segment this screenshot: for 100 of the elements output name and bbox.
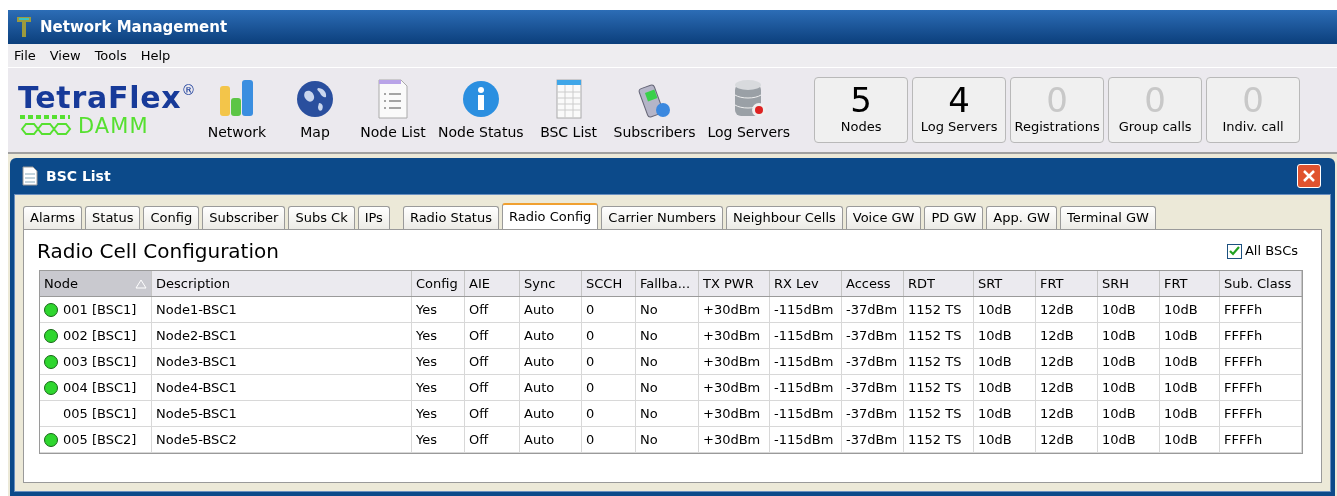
table-row[interactable]: 005 [BSC2] Node5-BSC2 Yes Off Auto 0 No +30dBm -115dBm -37dBm 1152 TS 10dB 12dB 10dB 10dB FFFFh <box>40 427 1302 453</box>
table-cell-text: 10dB <box>1164 430 1198 449</box>
menu-item[interactable]: View <box>49 45 81 66</box>
table-cell-text: -37dBm <box>846 300 898 319</box>
counter-label: Log Servers <box>920 118 998 137</box>
table-cell-text: No <box>640 404 658 423</box>
toolbar-button[interactable]: Subscribers <box>607 77 702 143</box>
table-cell-text: 002 [BSC1] <box>63 326 137 345</box>
column-header[interactable]: Sub. Class <box>1220 271 1302 296</box>
all-bscs-checkbox[interactable]: All BSCs <box>1226 241 1298 261</box>
tab[interactable]: App. GW <box>986 206 1057 229</box>
counter-label: Indiv. call <box>1222 118 1284 137</box>
tab[interactable]: Carrier Numbers <box>601 206 723 229</box>
table-cell-text: 10dB <box>1102 430 1136 449</box>
close-button[interactable] <box>1297 164 1321 188</box>
section-heading: Radio Cell Configuration <box>37 238 279 265</box>
table-cell-text: FFFFh <box>1224 326 1263 345</box>
table-cell-text: Auto <box>524 430 555 449</box>
tab[interactable]: Subs Ck <box>288 206 355 229</box>
table-cell-text: Yes <box>416 300 437 319</box>
tab[interactable]: PD GW <box>924 206 984 229</box>
counter-label: Nodes <box>840 118 882 137</box>
table-cell-text: Off <box>469 352 489 371</box>
tab[interactable]: Terminal GW <box>1059 206 1156 229</box>
counter-value: 4 <box>948 83 970 118</box>
column-header[interactable]: TX PWR <box>699 271 770 296</box>
column-header[interactable]: Fallba... <box>636 271 699 296</box>
table-cell-text: No <box>640 300 658 319</box>
tab[interactable]: IPs <box>357 206 390 229</box>
table-cell-text: -37dBm <box>846 326 898 345</box>
column-header[interactable]: FRT <box>1160 271 1220 296</box>
column-header[interactable]: SRH <box>1098 271 1160 296</box>
table-cell-text: 0 <box>586 404 595 423</box>
table-cell-text: +30dBm <box>703 430 761 449</box>
table-cell-text: Node3-BSC1 <box>156 352 237 371</box>
document-icon <box>22 166 38 186</box>
column-header[interactable]: Sync <box>520 271 582 296</box>
toolbar-button[interactable]: Log Servers <box>701 77 797 143</box>
table-cell-text: 1152 TS <box>908 378 962 397</box>
table-cell-text: -37dBm <box>846 378 898 397</box>
tab[interactable]: Status <box>85 206 141 229</box>
table-cell-text: 005 [BSC2] <box>63 430 137 449</box>
column-header[interactable]: Access <box>842 271 904 296</box>
toolbar-button[interactable]: Map <box>276 77 354 143</box>
column-header[interactable]: RX Lev <box>770 271 842 296</box>
tab[interactable]: Subscriber <box>202 206 286 229</box>
table-cell-text: 0 <box>586 352 595 371</box>
column-header[interactable]: SCCH <box>582 271 636 296</box>
table-cell-text: Yes <box>416 352 437 371</box>
checkbox[interactable] <box>1226 243 1242 259</box>
table-row[interactable]: 001 [BSC1] Node1-BSC1 Yes Off Auto 0 No +30dBm -115dBm -37dBm 1152 TS 10dB 12dB 10dB 10dB FFFFh <box>40 297 1302 323</box>
table-cell-text: 12dB <box>1040 378 1074 397</box>
table-cell-text: 1152 TS <box>908 352 962 371</box>
column-header[interactable]: Node <box>40 271 152 296</box>
table-cell-text: 12dB <box>1040 326 1074 345</box>
table-cell-text: +30dBm <box>703 404 761 423</box>
tab[interactable]: Radio Status <box>402 206 499 229</box>
column-header[interactable]: Description <box>152 271 412 296</box>
tab[interactable]: Alarms <box>23 206 83 229</box>
table-cell-text: Auto <box>524 352 555 371</box>
table-cell-text: Yes <box>416 326 437 345</box>
column-header[interactable]: Config <box>412 271 465 296</box>
tab[interactable]: Config <box>143 206 200 229</box>
toolbar-button[interactable]: Node Status <box>432 77 530 143</box>
table-cell-text: 10dB <box>1102 378 1136 397</box>
table-cell-text: +30dBm <box>703 378 761 397</box>
table-cell-text: FFFFh <box>1224 300 1263 319</box>
menu-item[interactable]: File <box>14 45 36 66</box>
table-cell-text: 10dB <box>1164 326 1198 345</box>
table-cell-text: -37dBm <box>846 352 898 371</box>
table-cell-text: 10dB <box>978 378 1012 397</box>
column-header[interactable]: RDT <box>904 271 974 296</box>
toolbar-button[interactable]: Network <box>198 77 276 143</box>
tab[interactable]: Voice GW <box>845 206 922 229</box>
table-cell-text: -115dBm <box>774 326 834 345</box>
menu-item[interactable]: Help <box>140 45 171 66</box>
tab[interactable]: Neighbour Cells <box>725 206 843 229</box>
table-row[interactable]: 005 [BSC1] Node5-BSC1 Yes Off Auto 0 No +30dBm -115dBm -37dBm 1152 TS 10dB 12dB 10dB 10dB FFFFh <box>40 401 1302 427</box>
table-row[interactable]: 004 [BSC1] Node4-BSC1 Yes Off Auto 0 No +30dBm -115dBm -37dBm 1152 TS 10dB 12dB 10dB 10dB FFFFh <box>40 375 1302 401</box>
counter-value: 5 <box>850 83 872 118</box>
tab[interactable]: Radio Config <box>502 203 599 229</box>
table-cell-text: Auto <box>524 326 555 345</box>
column-header[interactable]: FRT <box>1036 271 1098 296</box>
column-header[interactable]: AIE <box>465 271 520 296</box>
table-cell-text: Node5-BSC2 <box>156 430 237 449</box>
table-cell-text: Off <box>469 404 489 423</box>
column-header[interactable]: SRT <box>974 271 1036 296</box>
counter-label: Registrations <box>1014 118 1100 137</box>
table-cell-text: 10dB <box>978 352 1012 371</box>
table-row[interactable]: 002 [BSC1] Node2-BSC1 Yes Off Auto 0 No +30dBm -115dBm -37dBm 1152 TS 10dB 12dB 10dB 10dB FFFFh <box>40 323 1302 349</box>
table-cell-text: Node2-BSC1 <box>156 326 237 345</box>
toolbar-button[interactable]: Node List <box>354 77 432 143</box>
window-title: Network Management <box>40 16 228 38</box>
table-cell-text: 12dB <box>1040 404 1074 423</box>
table-cell-text: -37dBm <box>846 430 898 449</box>
table-cell-text: 005 [BSC1] <box>63 404 137 423</box>
menu-item[interactable]: Tools <box>94 45 127 66</box>
table-row[interactable]: 003 [BSC1] Node3-BSC1 Yes Off Auto 0 No +30dBm -115dBm -37dBm 1152 TS 10dB 12dB 10dB 10dB FFFFh <box>40 349 1302 375</box>
table-cell-text: 1152 TS <box>908 404 962 423</box>
toolbar-button[interactable]: BSC List <box>529 77 608 143</box>
